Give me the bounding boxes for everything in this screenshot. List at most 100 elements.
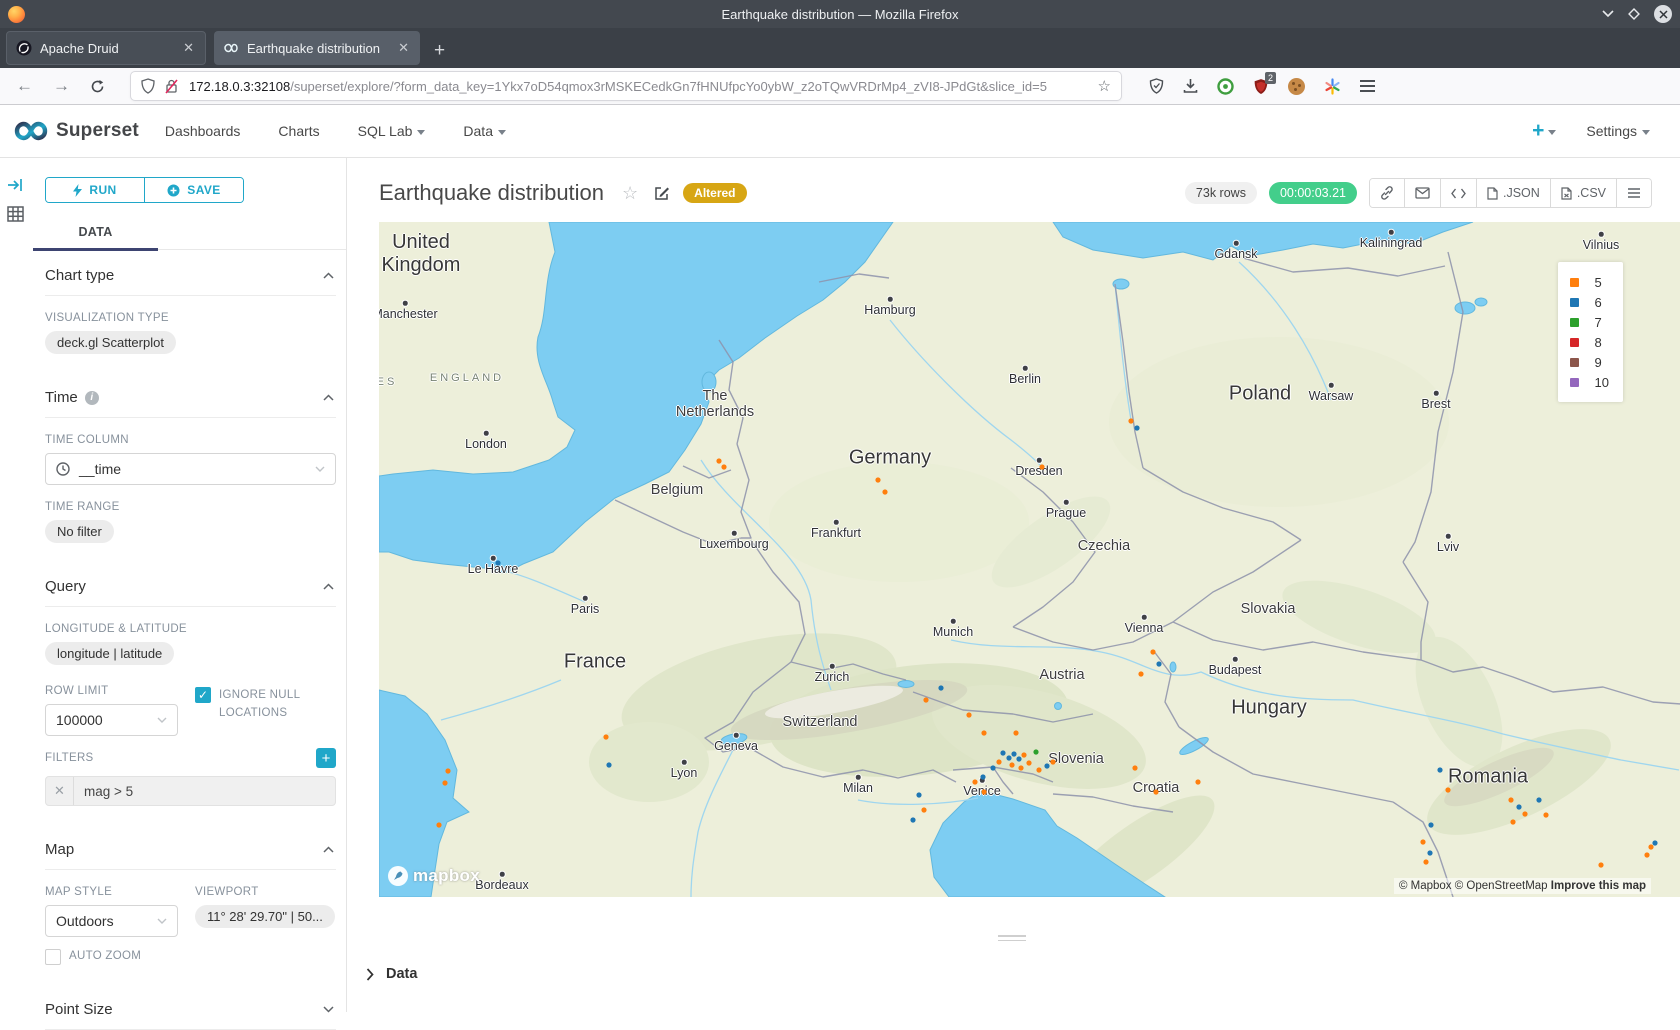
new-item-button[interactable]: +	[1532, 119, 1556, 143]
data-point[interactable]	[1050, 759, 1055, 764]
add-filter-button[interactable]: +	[316, 748, 336, 768]
data-point[interactable]	[921, 807, 926, 812]
url-bar[interactable]: 172.18.0.3:32108/superset/explore/?form_…	[131, 72, 1121, 100]
lonlat-value[interactable]: longitude | latitude	[45, 642, 174, 665]
settings-menu[interactable]: Settings	[1586, 123, 1650, 139]
nav-data[interactable]: Data	[463, 123, 506, 139]
tab-earthquake-distribution[interactable]: Earthquake distribution ✕	[214, 31, 420, 65]
url-text[interactable]: 172.18.0.3:32108/superset/explore/?form_…	[189, 79, 1098, 94]
results-panel-header[interactable]: Data	[366, 966, 417, 982]
maximize-button[interactable]	[1628, 8, 1640, 20]
data-point[interactable]	[721, 464, 726, 469]
data-point[interactable]	[1644, 852, 1649, 857]
data-point[interactable]	[1039, 464, 1044, 469]
data-point[interactable]	[1016, 756, 1021, 761]
data-point[interactable]	[603, 734, 608, 739]
data-point[interactable]	[1132, 765, 1137, 770]
export-json-button[interactable]: .JSON	[1477, 179, 1551, 207]
data-point[interactable]	[1652, 840, 1657, 845]
data-point[interactable]	[966, 712, 971, 717]
filter-chip[interactable]: ✕ mag > 5	[45, 776, 336, 806]
downloads-icon[interactable]	[1183, 78, 1198, 94]
data-point[interactable]	[1428, 822, 1433, 827]
data-point[interactable]	[1018, 765, 1023, 770]
data-point[interactable]	[1011, 751, 1016, 756]
data-point[interactable]	[1522, 811, 1527, 816]
data-point[interactable]	[1013, 730, 1018, 735]
save-button[interactable]: SAVE	[144, 178, 243, 202]
data-point[interactable]	[1420, 839, 1425, 844]
dataset-grid-icon[interactable]	[7, 206, 24, 222]
data-point[interactable]	[716, 458, 721, 463]
data-point[interactable]	[1516, 804, 1521, 809]
back-button[interactable]: ←	[16, 76, 33, 96]
data-point[interactable]	[606, 762, 611, 767]
edit-properties-icon[interactable]	[654, 185, 670, 201]
data-point[interactable]	[442, 780, 447, 785]
section-chart-type-header[interactable]: Chart type	[45, 250, 336, 296]
data-point[interactable]	[981, 789, 986, 794]
data-point[interactable]	[1033, 749, 1038, 754]
data-point[interactable]	[1427, 850, 1432, 855]
ignore-null-checkbox[interactable]: ✓	[195, 687, 211, 703]
data-point[interactable]	[1128, 418, 1133, 423]
data-point[interactable]	[1021, 752, 1026, 757]
data-point[interactable]	[923, 697, 928, 702]
nav-charts[interactable]: Charts	[278, 123, 319, 139]
data-point[interactable]	[938, 685, 943, 690]
data-point[interactable]	[1648, 844, 1653, 849]
data-point[interactable]	[1006, 755, 1011, 760]
embed-code-button[interactable]	[1441, 179, 1477, 207]
tab-close-icon[interactable]: ✕	[396, 40, 411, 56]
auto-zoom-checkbox[interactable]	[45, 949, 61, 965]
viewport-value[interactable]: 11° 28' 29.70" | 50...	[195, 905, 335, 928]
favorite-star-icon[interactable]: ☆	[622, 183, 638, 204]
data-point[interactable]	[495, 560, 500, 565]
data-point[interactable]	[1044, 763, 1049, 768]
tab-apache-druid[interactable]: Apache Druid ✕	[6, 31, 206, 65]
data-point[interactable]	[996, 759, 1001, 764]
email-button[interactable]	[1405, 179, 1441, 207]
data-point[interactable]	[1195, 779, 1200, 784]
deckgl-scatterplot-map[interactable]: United KingdomManchesterENGLANDESLondonL…	[379, 222, 1680, 897]
data-point[interactable]	[1598, 862, 1603, 867]
mapbox-logo[interactable]: mapbox	[387, 865, 480, 887]
data-point[interactable]	[1536, 797, 1541, 802]
close-button[interactable]	[1654, 5, 1672, 23]
superset-brand[interactable]: Superset	[14, 120, 139, 142]
data-point[interactable]	[1437, 767, 1442, 772]
account-shield-icon[interactable]	[1149, 78, 1164, 94]
extension-privacy-icon[interactable]	[1217, 78, 1234, 95]
row-limit-select[interactable]: 100000	[45, 704, 178, 736]
shield-icon[interactable]	[141, 78, 155, 94]
new-tab-button[interactable]: +	[434, 41, 445, 60]
data-point[interactable]	[1009, 762, 1014, 767]
nav-dashboards[interactable]: Dashboards	[165, 123, 241, 139]
remove-filter-icon[interactable]: ✕	[46, 777, 74, 805]
data-point[interactable]	[1000, 750, 1005, 755]
data-point[interactable]	[1510, 819, 1515, 824]
expand-dataset-panel-icon[interactable]	[7, 178, 23, 192]
map-style-select[interactable]: Outdoors	[45, 905, 178, 937]
data-point[interactable]	[1134, 425, 1139, 430]
extension-pinwheel-icon[interactable]	[1324, 78, 1341, 95]
map-attribution[interactable]: © Mapbox © OpenStreetMap Improve this ma…	[1394, 878, 1651, 894]
resize-handle[interactable]	[998, 935, 1026, 944]
time-range-value[interactable]: No filter	[45, 520, 114, 543]
data-point[interactable]	[875, 477, 880, 482]
tab-close-icon[interactable]: ✕	[181, 40, 196, 56]
data-point[interactable]	[1036, 767, 1041, 772]
menu-icon[interactable]	[1360, 80, 1375, 92]
reload-button[interactable]	[90, 79, 105, 94]
section-query-header[interactable]: Query	[45, 561, 336, 607]
data-point[interactable]	[980, 774, 985, 779]
data-point[interactable]	[1423, 859, 1428, 864]
data-point[interactable]	[1543, 812, 1548, 817]
data-point[interactable]	[972, 779, 977, 784]
extension-cookie-icon[interactable]	[1288, 78, 1305, 95]
improve-map-link[interactable]: Improve this map	[1551, 880, 1646, 892]
extension-ublock-icon[interactable]: 2	[1253, 78, 1269, 95]
data-point[interactable]	[1153, 789, 1158, 794]
data-point[interactable]	[990, 765, 995, 770]
copy-link-button[interactable]	[1370, 179, 1405, 207]
